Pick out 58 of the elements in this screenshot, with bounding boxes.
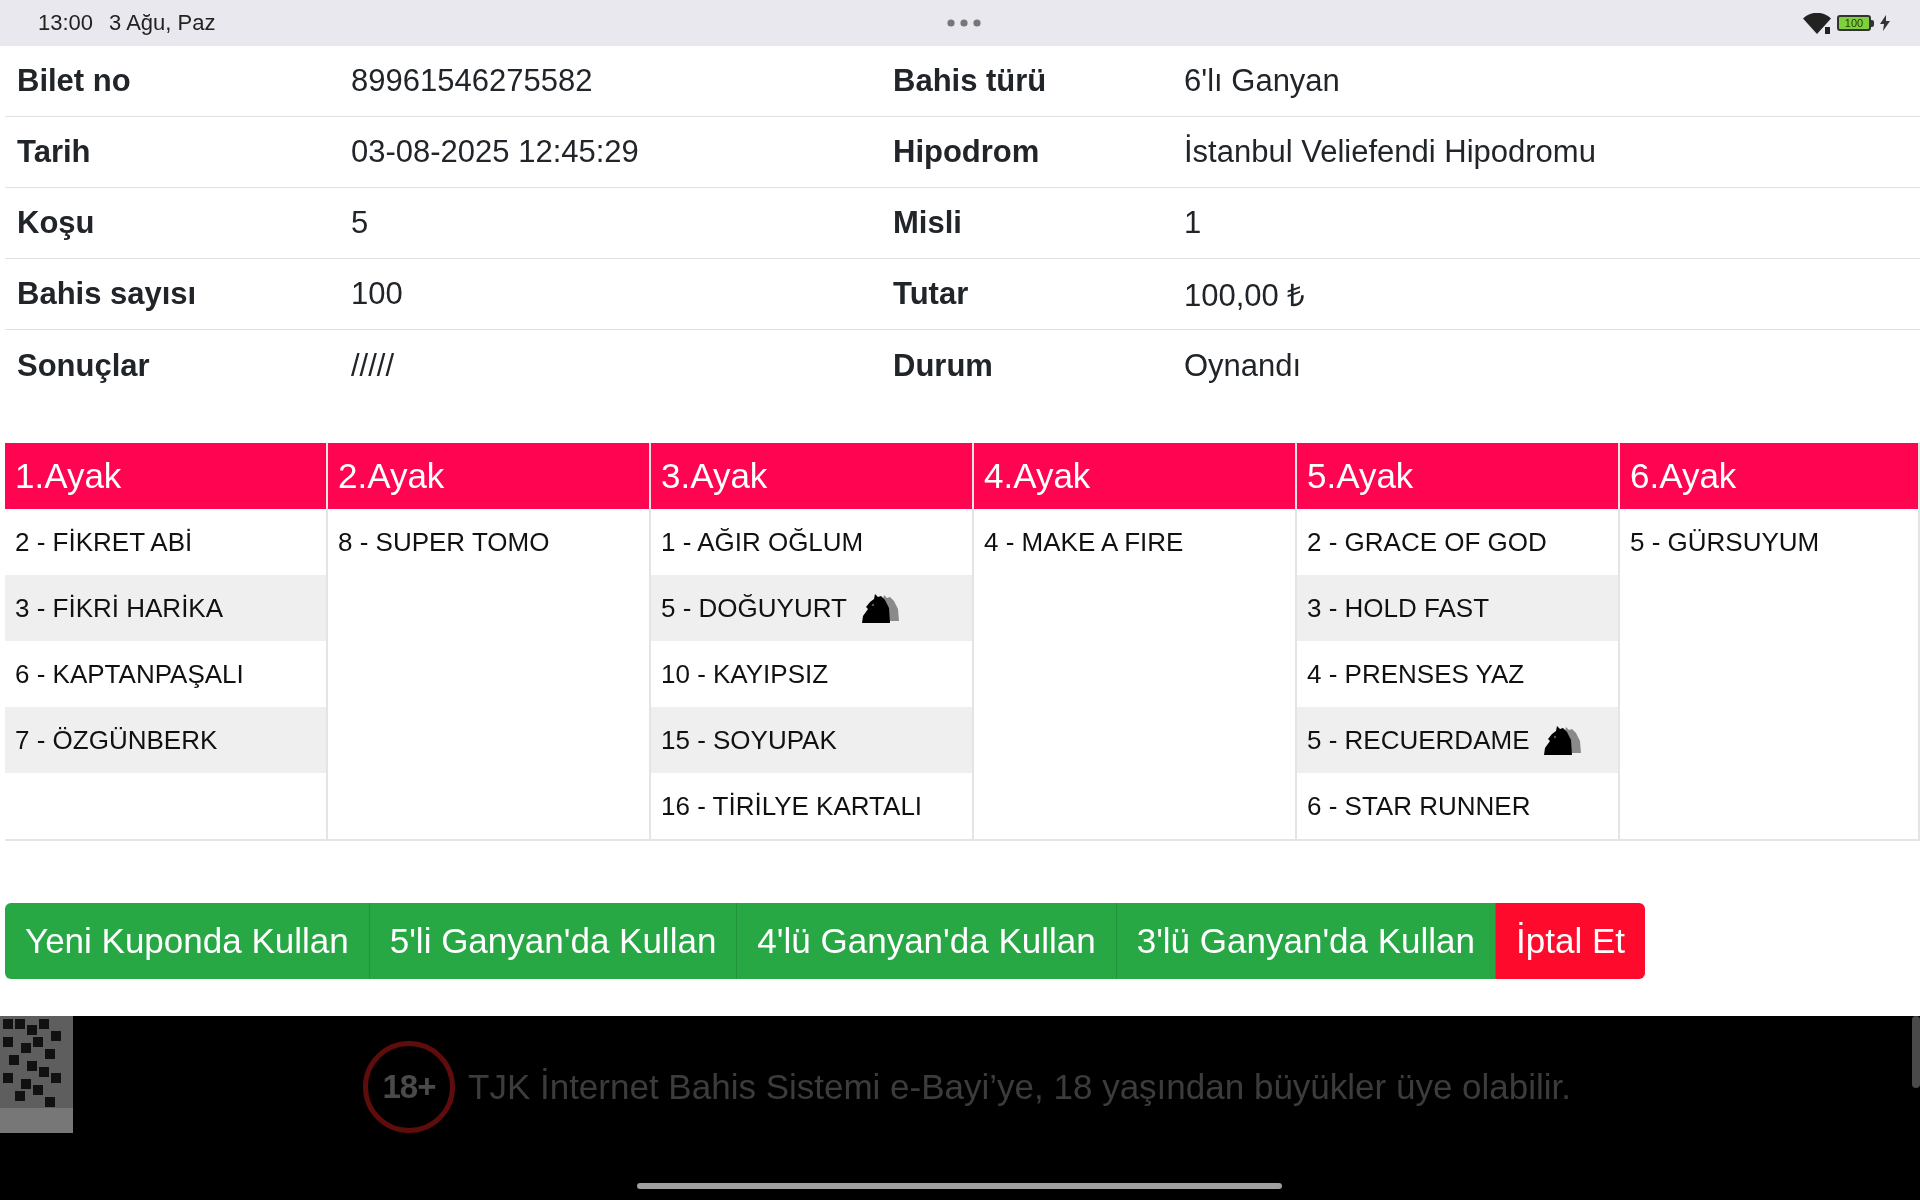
- field-label: Bahis türü: [892, 63, 1047, 99]
- field-label: Sonuçlar: [16, 347, 150, 384]
- field-label: Koşu: [16, 205, 95, 241]
- leg-header: 4.Ayak: [974, 443, 1295, 509]
- status-time: 13:00: [38, 10, 94, 36]
- horse-name: 3 - FİKRİ HARİKA: [15, 592, 224, 624]
- field-label: Hipodrom: [892, 134, 1040, 170]
- horse-name: 2 - GRACE OF GOD: [1307, 526, 1547, 558]
- horse-name: 5 - GÜRSUYUM: [1630, 526, 1820, 558]
- field-label: Tarih: [16, 134, 91, 170]
- age-limit-badge: 18+: [363, 1041, 455, 1133]
- leg-header: 3.Ayak: [651, 443, 972, 509]
- leg-header: 1.Ayak: [5, 443, 326, 509]
- field-value: 100: [350, 276, 403, 312]
- horse-name: 7 - ÖZGÜNBERK: [15, 724, 218, 756]
- battery-percent: 100: [1844, 17, 1864, 29]
- field-label: Durum: [892, 347, 993, 384]
- status-date: 3 Ağu, Paz: [109, 10, 216, 36]
- field-value: 03-08-2025 12:45:29: [350, 134, 639, 170]
- field-value: 6'lı Ganyan: [1183, 63, 1340, 99]
- horse-name: 6 - STAR RUNNER: [1307, 790, 1531, 822]
- field-label: Misli: [892, 205, 962, 241]
- field-label: Bahis sayısı: [16, 276, 197, 312]
- field-value: Oynandı: [1183, 347, 1302, 384]
- horse-name: 6 - KAPTANPAŞALI: [15, 658, 244, 690]
- horse-name: 8 - SUPER TOMO: [338, 526, 550, 558]
- leg-header: 2.Ayak: [328, 443, 649, 509]
- horse-name: 4 - PRENSES YAZ: [1307, 658, 1525, 690]
- leg-header: 5.Ayak: [1297, 443, 1618, 509]
- charging-bolt-icon: [1880, 15, 1890, 31]
- wifi-icon: [1803, 12, 1831, 34]
- horse-name: 3 - HOLD FAST: [1307, 592, 1490, 624]
- horse-name: 2 - FİKRET ABİ: [15, 526, 193, 558]
- field-value: İstanbul Veliefendi Hipodromu: [1183, 134, 1596, 170]
- field-label: Bilet no: [16, 63, 131, 99]
- horse-name: 10 - KAYIPSIZ: [661, 658, 829, 690]
- home-indicator[interactable]: [637, 1183, 1282, 1189]
- leg-header: 6.Ayak: [1620, 443, 1918, 509]
- horse-name: 4 - MAKE A FIRE: [984, 526, 1184, 558]
- action-button[interactable]: 3'lü Ganyan'da Kullan: [1116, 903, 1496, 979]
- field-value: 89961546275582: [350, 63, 593, 99]
- field-value: /////: [350, 347, 395, 384]
- more-icon: [947, 19, 981, 27]
- scrollbar-thumb: [1912, 1016, 1920, 1088]
- notice-text: TJK İnternet Bahis Sistemi e-Bayi’ye, 18 yaşından büyükler üye olabilir.: [468, 1067, 1572, 1107]
- field-value: 1: [1183, 205, 1202, 241]
- field-value: 5: [350, 205, 369, 241]
- horse-name: 5 - RECUERDAME: [1307, 724, 1530, 756]
- action-button[interactable]: 5'li Ganyan'da Kullan: [369, 903, 738, 979]
- horse-name: 15 - SOYUPAK: [661, 724, 837, 756]
- horse-name: 1 - AĞIR OĞLUM: [661, 526, 864, 558]
- cancel-button[interactable]: İptal Et: [1496, 903, 1645, 979]
- field-value: 100,00 ₺: [1183, 277, 1306, 315]
- field-label: Tutar: [892, 276, 969, 312]
- action-button[interactable]: Yeni Kuponda Kullan: [5, 903, 370, 979]
- horse-name: 5 - DOĞUYURT: [661, 592, 847, 624]
- action-button[interactable]: 4'lü Ganyan'da Kullan: [737, 903, 1117, 979]
- horse-name: 16 - TİRİLYE KARTALI: [661, 790, 923, 822]
